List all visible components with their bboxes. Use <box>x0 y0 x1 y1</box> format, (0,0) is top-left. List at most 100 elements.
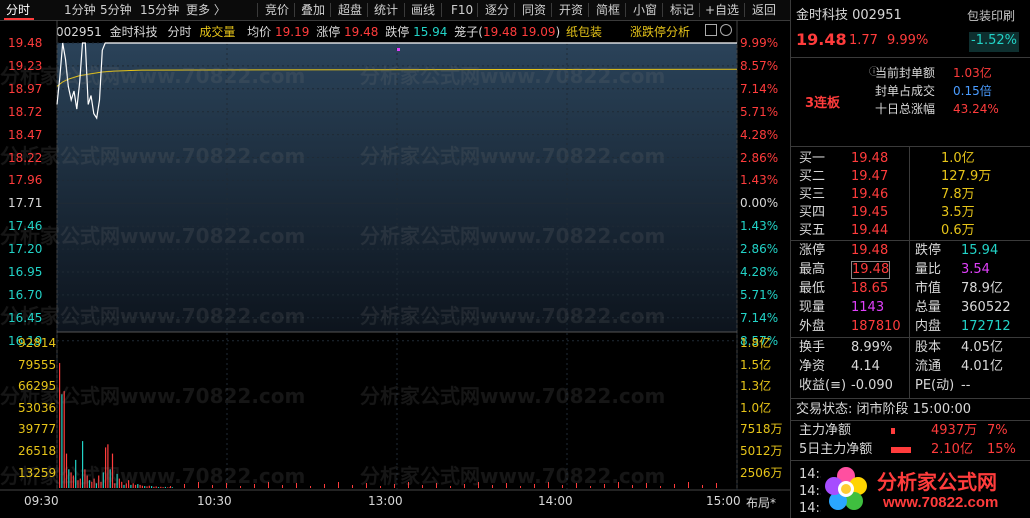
fund-value: 4.14 <box>851 359 880 374</box>
volume-bar <box>338 482 339 488</box>
volume-bar <box>105 447 107 488</box>
logo-url: www.70822.com <box>883 494 999 511</box>
volume-tick-label: 66295 <box>18 379 57 394</box>
bid-label: 买一 <box>799 151 826 166</box>
volume-bar <box>79 478 81 488</box>
percent-tick-label: 9.99% <box>740 36 779 50</box>
volume-bar <box>146 486 148 488</box>
volume-bar <box>534 484 535 488</box>
volume-bar <box>688 482 689 488</box>
stat-label: 当前封单额 <box>875 66 936 80</box>
price-tick-label: 18.72 <box>8 104 43 119</box>
volume-bar <box>366 483 367 488</box>
volume-bar <box>102 472 104 488</box>
percent-tick-label: 8.57% <box>740 58 779 73</box>
price-tick-label: 16.45 <box>8 310 43 325</box>
volume-bar <box>88 480 91 488</box>
volume-tick-label: 53036 <box>18 400 57 415</box>
quote-label: 最高 <box>799 262 826 277</box>
amount-tick-label: 1.8亿 <box>740 336 772 350</box>
layout-button[interactable]: 布局* <box>746 494 776 511</box>
flow-pct: 7% <box>987 423 1008 438</box>
quote-value: 3.54 <box>961 262 990 277</box>
volume-bar <box>116 473 118 488</box>
time-label: 13:00 <box>368 494 403 508</box>
volume-bar <box>134 484 137 488</box>
price-tick-label: 18.97 <box>8 81 43 96</box>
fund-value: 4.01亿 <box>961 359 1003 374</box>
volume-bar <box>130 484 132 488</box>
volume-bar <box>153 486 155 488</box>
volume-bar <box>128 480 130 488</box>
panel-divider <box>909 146 910 398</box>
volume-bar <box>702 485 703 488</box>
volume-bar <box>674 484 675 488</box>
volume-bar <box>82 441 84 488</box>
volume-bar <box>394 484 395 488</box>
volume-bar <box>171 487 173 488</box>
volume-bar <box>72 475 74 488</box>
volume-bar <box>98 475 100 488</box>
percent-tick-label: 7.14% <box>740 81 779 96</box>
volume-bar <box>632 485 633 488</box>
volume-bar <box>436 483 437 488</box>
volume-bar <box>492 485 493 488</box>
quote-value: 19.48 <box>851 243 889 258</box>
percent-tick-label: 5.71% <box>740 104 779 119</box>
volume-bar <box>618 482 619 488</box>
quote-label: 总量 <box>915 300 942 315</box>
flow-bar <box>891 447 911 453</box>
intraday-chart[interactable] <box>0 0 790 518</box>
time-label: 15:00 <box>706 494 741 508</box>
volume-bar <box>93 478 95 488</box>
volume-tick-label: 26518 <box>18 444 57 458</box>
volume-bar <box>157 487 160 488</box>
quote-label: 现量 <box>799 300 826 315</box>
volume-tick-label: 79555 <box>18 357 57 372</box>
bid-label: 买四 <box>799 205 826 220</box>
fund-value: 4.05亿 <box>961 340 1003 355</box>
volume-bar <box>464 484 465 488</box>
volume-bar <box>576 483 577 488</box>
percent-tick-label: 4.28% <box>740 127 779 142</box>
quote-label: 最低 <box>799 281 826 296</box>
flow-pct: 15% <box>987 442 1016 457</box>
price-tick-label: 16.70 <box>8 287 43 302</box>
volume-bar <box>324 484 325 488</box>
volume-bar <box>111 453 114 488</box>
volume-bar <box>63 391 65 488</box>
price-tick-label: 17.71 <box>8 196 43 211</box>
volume-bar <box>506 483 507 488</box>
volume-bar <box>450 486 451 488</box>
price-tick-label: 19.23 <box>8 58 43 73</box>
industry-tag[interactable]: 包装印刷 <box>967 7 1015 25</box>
volume-bar <box>114 483 116 488</box>
volume-tick-label: 13259 <box>18 465 57 480</box>
info-icon[interactable]: ⓘ <box>869 64 879 82</box>
quote-value: 172712 <box>961 319 1011 334</box>
volume-bar <box>144 486 146 488</box>
volume-bar <box>226 483 227 488</box>
bid-volume: 127.9万 <box>941 169 992 184</box>
volume-bar <box>123 484 125 488</box>
fund-value: 8.99% <box>851 340 893 355</box>
volume-bar <box>84 469 86 488</box>
volume-bar <box>240 486 241 488</box>
volume-bar <box>478 482 479 488</box>
volume-bar <box>520 486 521 488</box>
volume-bar <box>155 486 157 488</box>
quote-value: 15.94 <box>961 243 999 258</box>
percent-tick-label: 0.00% <box>740 196 779 211</box>
fund-label: 收益(≡) <box>799 378 847 393</box>
amount-tick-label: 2506万 <box>740 465 783 480</box>
volume-bar <box>86 475 88 488</box>
price-tick-label: 17.20 <box>8 242 43 257</box>
bid-price: 19.48 <box>851 151 889 166</box>
quote-label: 量比 <box>915 262 942 277</box>
volume-bars <box>59 363 717 488</box>
volume-bar <box>212 485 213 488</box>
volume-bar <box>184 484 185 488</box>
time-label: 09:30 <box>24 494 59 508</box>
percent-tick-label: 2.86% <box>740 150 779 165</box>
volume-bar <box>141 485 143 488</box>
